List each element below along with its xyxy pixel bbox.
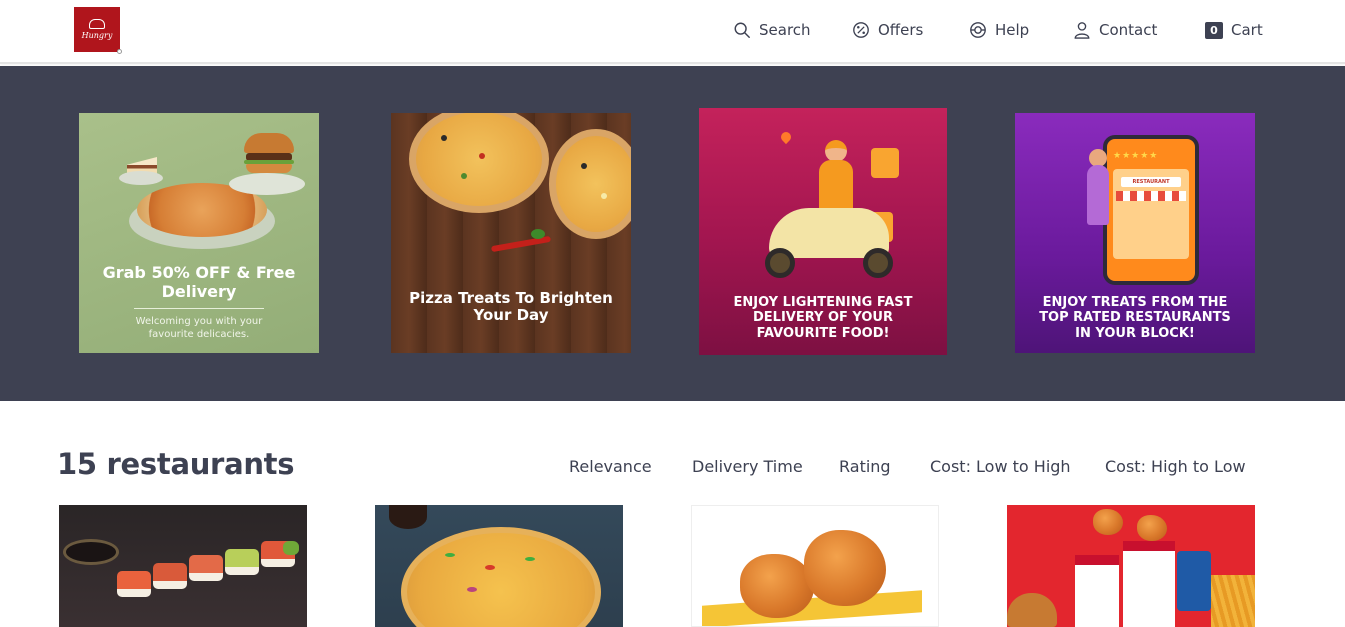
sushi-roll-image [117, 571, 151, 597]
restaurant-sign: RESTAURANT [1121, 177, 1181, 187]
customer-image [1087, 165, 1109, 225]
offer-card-fast-delivery[interactable]: ENJOY LIGHTENING FAST DELIVERY OF YOUR F… [699, 108, 947, 355]
chicken-bucket-image [1075, 555, 1119, 627]
tomato-topping [485, 565, 495, 570]
awning-image [1116, 191, 1186, 201]
sort-cost-high-to-low[interactable]: Cost: High to Low [1105, 457, 1246, 476]
restaurant-card-fried-chicken[interactable] [691, 505, 939, 627]
logo-text: Hungry [81, 31, 113, 40]
lifebuoy-icon [970, 22, 986, 38]
offer-2-title: Pizza Treats To Brighten Your Day [409, 288, 613, 325]
logo-badge-icon [117, 49, 122, 54]
search-icon [734, 22, 750, 38]
sort-rating[interactable]: Rating [839, 457, 891, 476]
nav-contact[interactable]: Contact [1073, 18, 1157, 42]
chicken-piece-image [1093, 509, 1123, 535]
offers-banner: Grab 50% OFF & Free Delivery Welcoming y… [0, 66, 1345, 401]
sort-delivery-time[interactable]: Delivery Time [692, 457, 803, 476]
offer-1-subtitle: Welcoming you with your favourite delica… [135, 316, 263, 340]
sushi-roll-image-2 [153, 563, 187, 589]
restaurant-card-sushi[interactable] [59, 505, 307, 627]
capsicum-topping-2 [525, 557, 535, 561]
pepper-topping [479, 153, 485, 159]
chicken-piece-image-2 [1137, 515, 1167, 541]
nav-cart[interactable]: 0 Cart [1205, 18, 1263, 42]
restaurant-storefront-image: RESTAURANT [1113, 169, 1189, 259]
plate-image [119, 171, 163, 185]
offer-card-discount[interactable]: Grab 50% OFF & Free Delivery Welcoming y… [79, 113, 319, 353]
cheese-topping [601, 193, 607, 199]
location-pin-icon [778, 129, 794, 145]
sauce-bowl-image [389, 505, 427, 529]
nav-search[interactable]: Search [733, 18, 811, 42]
restaurant-count-heading: 15 restaurants [57, 447, 295, 481]
sushi-roll-image-3 [189, 555, 223, 581]
nav-offers-label: Offers [878, 21, 924, 39]
olive-topping-2 [581, 163, 587, 169]
soy-sauce-dish-image [63, 539, 119, 565]
sort-relevance[interactable]: Relevance [569, 457, 652, 476]
pizza-image [409, 113, 549, 213]
sushi-roll-image-4 [225, 549, 259, 575]
nav-offers[interactable]: Offers [852, 18, 923, 42]
offer-1-title: Grab 50% OFF & Free Delivery [102, 263, 296, 302]
phone-image: ★★★★★ RESTAURANT [1103, 135, 1199, 285]
offer-1-divider [134, 308, 264, 309]
scooter-wheel-front [765, 248, 795, 278]
nav-help[interactable]: Help [969, 18, 1029, 42]
burger-image [1007, 593, 1057, 627]
onion-topping [467, 587, 477, 592]
pizza-image [401, 527, 601, 627]
scooter-wheel-back [863, 248, 893, 278]
offer-card-pizza[interactable]: Pizza Treats To Brighten Your Day [391, 113, 631, 353]
discount-icon [853, 22, 869, 38]
olive-topping [441, 135, 447, 141]
rider-head-image [825, 140, 847, 162]
offer-4-title: ENJOY TREATS FROM THE TOP RATED RESTAURA… [1039, 295, 1231, 341]
offer-3-title: ENJOY LIGHTENING FAST DELIVERY OF YOUR F… [733, 295, 913, 341]
restaurant-card-kfc[interactable] [1007, 505, 1255, 627]
burger-image [244, 133, 294, 173]
basil-image [531, 229, 545, 239]
brand-logo[interactable]: Hungry [74, 7, 122, 54]
top-header: Hungry Search Offers Help Contact 0 Cart [0, 0, 1345, 64]
nav-help-label: Help [995, 21, 1030, 39]
restaurant-card-pizza[interactable] [375, 505, 623, 627]
wasabi-image [283, 541, 299, 555]
offer-card-top-rated[interactable]: ★★★★★ RESTAURANT ENJOY TREATS FROM THE T… [1015, 113, 1255, 353]
nav-search-label: Search [759, 21, 811, 39]
herb-topping [461, 173, 467, 179]
cart-count-badge: 0 [1205, 21, 1223, 39]
user-icon [1074, 22, 1090, 39]
nav-contact-label: Contact [1099, 21, 1158, 39]
fries-image [1211, 575, 1255, 627]
fried-chicken-image [740, 554, 814, 618]
nav-cart-label: Cart [1231, 21, 1263, 39]
chicken-bucket-image-2 [1123, 541, 1175, 627]
chef-hat-icon [89, 19, 105, 29]
pizza-image-2 [549, 129, 631, 239]
sort-cost-low-to-high[interactable]: Cost: Low to High [930, 457, 1071, 476]
chili-image [490, 235, 552, 253]
delivery-box-icon [871, 148, 899, 178]
drink-cup-image [1177, 551, 1211, 611]
burger-plate-image [229, 173, 305, 195]
capsicum-topping [445, 553, 455, 557]
fried-chicken-image-2 [804, 530, 886, 606]
rating-stars: ★★★★★ [1113, 151, 1159, 161]
